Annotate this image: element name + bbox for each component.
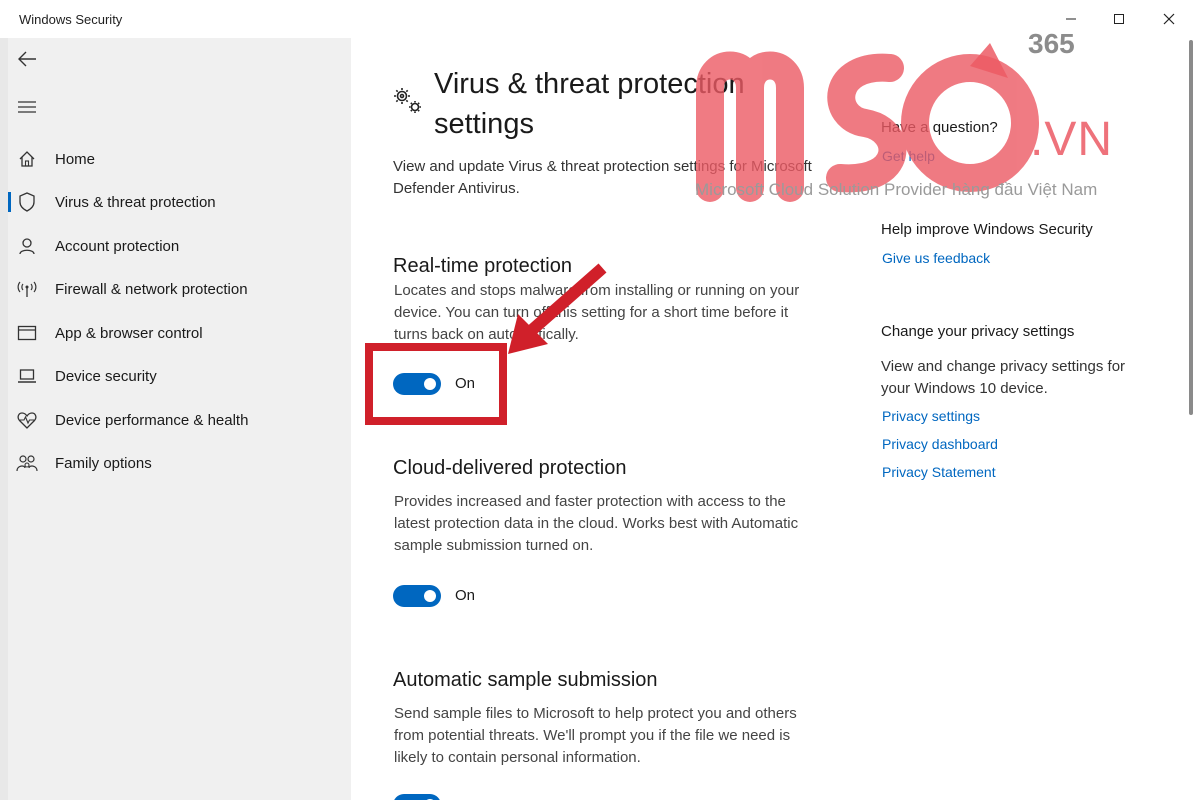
cloud-protection-title: Cloud-delivered protection [393,457,627,479]
privacy-heading: Change your privacy settings [881,323,1075,340]
back-button[interactable] [10,44,44,74]
hamburger-icon [18,101,36,113]
sidebar-item-label: Home [55,150,96,168]
sidebar-item-virus-threat-protection[interactable]: Virus & threat protection [8,184,351,220]
family-icon [16,452,38,474]
sidebar-item-label: Device performance & health [55,411,249,429]
sample-submission-title: Automatic sample submission [393,669,658,691]
watermark-tagline: Microsoft Cloud Solution Provider hàng đ… [695,180,1098,199]
help-improve-heading: Help improve Windows Security [881,221,1093,238]
back-arrow-icon [18,51,36,67]
sidebar-item-app-browser-control[interactable]: App & browser control [8,315,351,351]
sidebar-item-home[interactable]: Home [8,141,351,177]
gear-icon [394,88,421,113]
sample-submission-description: Send sample files to Microsoft to help p… [394,705,797,766]
annotation-highlight-box [365,343,507,425]
sidebar-item-label: Firewall & network protection [55,280,248,298]
sidebar-item-account-protection[interactable]: Account protection [8,228,351,264]
sidebar-item-label: Account protection [55,237,180,255]
sidebar-item-label: Device security [55,367,157,385]
person-icon [16,235,38,257]
give-feedback-link[interactable]: Give us feedback [882,250,990,266]
heart-pulse-icon [16,409,38,431]
sidebar-item-label: Family options [55,454,152,472]
privacy-dashboard-link[interactable]: Privacy dashboard [882,436,998,452]
cloud-protection-description: Provides increased and faster protection… [394,493,799,554]
privacy-statement-link[interactable]: Privacy Statement [882,464,996,480]
watermark-365: 365 [1028,28,1075,59]
sidebar-item-device-security[interactable]: Device security [8,358,351,394]
browser-window-icon [16,322,38,344]
sample-submission-toggle[interactable] [393,794,441,800]
cloud-protection-toggle-label: On [455,587,476,604]
shield-icon [16,191,38,213]
watermark-domain: .VN [1030,113,1114,166]
maximize-icon [1114,14,1124,24]
scrollbar-thumb[interactable] [1189,40,1193,415]
sidebar-item-label: Virus & threat protection [55,193,216,211]
sidebar-item-device-performance[interactable]: Device performance & health [8,402,351,438]
menu-button[interactable] [10,92,44,122]
privacy-description: View and change privacy settings for you… [881,358,1126,397]
sidebar-item-label: App & browser control [55,324,203,342]
window-title: Windows Security [19,12,123,27]
title-bar: Windows Security [0,0,1200,38]
antenna-icon [16,278,38,300]
sidebar-item-family-options[interactable]: Family options [8,445,351,481]
laptop-icon [16,365,38,387]
annotation-arrow-icon [508,263,607,354]
home-icon [16,148,38,170]
close-button[interactable] [1146,0,1192,38]
minimize-icon [1066,18,1076,20]
cloud-protection-toggle[interactable] [393,585,441,607]
window-edge [0,38,8,800]
maximize-button[interactable] [1096,0,1142,38]
sidebar-item-firewall[interactable]: Firewall & network protection [8,271,351,307]
close-icon [1163,13,1175,25]
privacy-settings-link[interactable]: Privacy settings [882,408,980,424]
